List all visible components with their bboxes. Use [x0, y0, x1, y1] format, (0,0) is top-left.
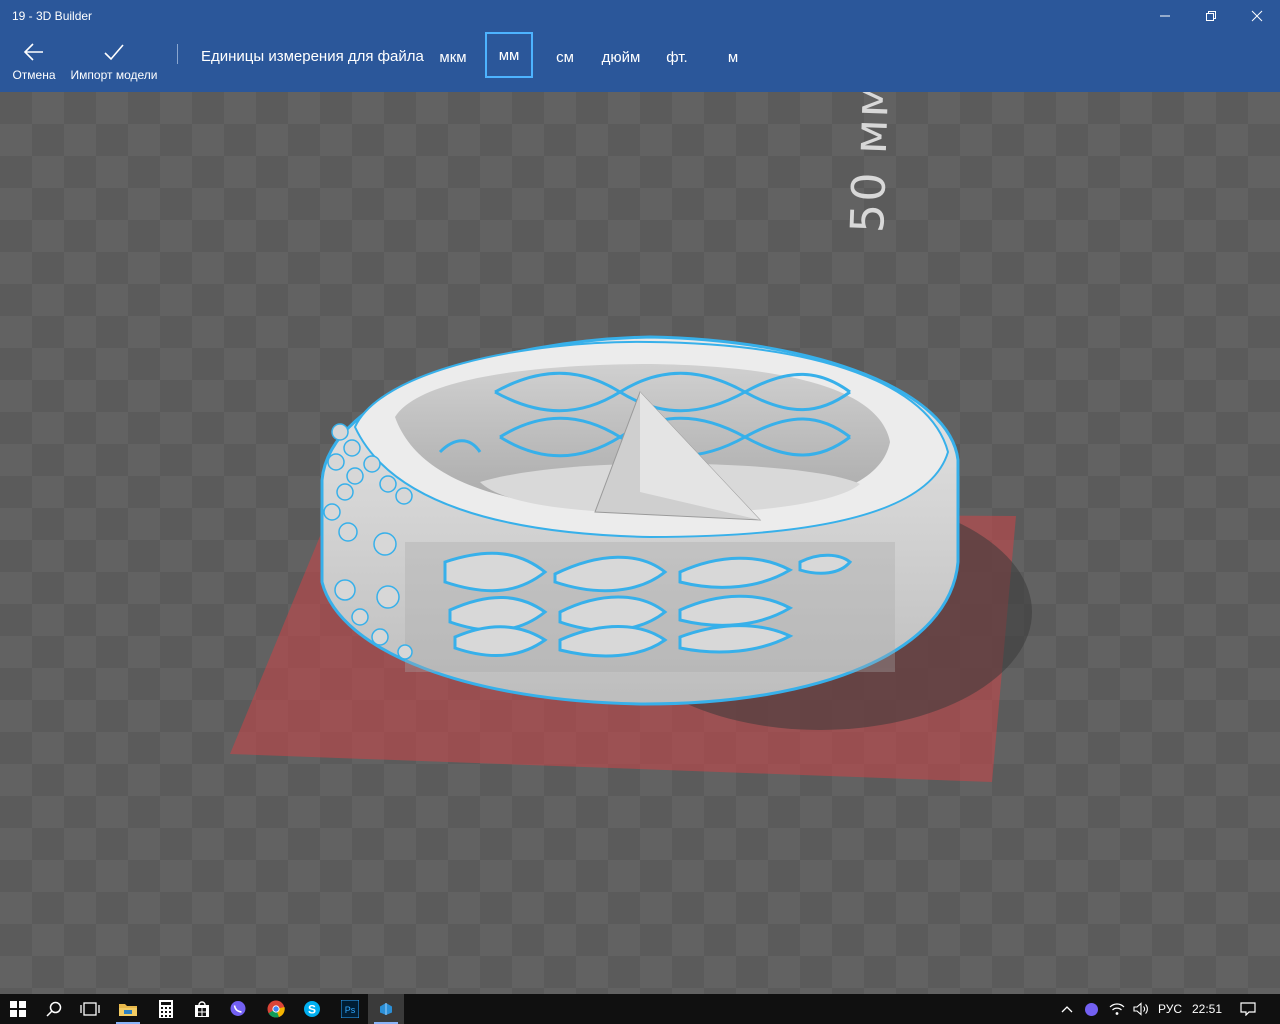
notification-icon [1240, 1002, 1256, 1016]
checkmark-icon [104, 44, 124, 61]
cancel-button[interactable]: Отмена [6, 32, 62, 92]
unit-ft-button[interactable]: фт. [656, 34, 698, 80]
import-model-button[interactable]: Импорт модели [66, 32, 162, 92]
scale-label: 50 мм [840, 92, 900, 234]
units-label: Единицы измерения для файла [201, 48, 424, 65]
photoshop-icon: Ps [341, 1000, 359, 1018]
calculator-button[interactable] [148, 994, 184, 1024]
unit-inch-button[interactable]: дюйм [596, 34, 646, 80]
import-model-label: Импорт модели [70, 68, 158, 82]
3d-viewport[interactable]: 50 мм [0, 92, 1280, 994]
chevron-up-icon [1061, 1006, 1073, 1013]
viber-icon [230, 1001, 246, 1016]
unit-um-button[interactable]: мкм [431, 34, 475, 80]
restore-button[interactable] [1188, 0, 1234, 32]
taskbar: S Ps РУС 22:51 [0, 994, 1280, 1024]
3d-builder-taskbar-button[interactable] [368, 994, 404, 1024]
volume-button[interactable] [1130, 994, 1152, 1024]
photoshop-button[interactable]: Ps [332, 994, 368, 1024]
svg-text:Ps: Ps [345, 1005, 356, 1015]
toolbar-separator [177, 44, 178, 64]
action-center-button[interactable] [1234, 994, 1262, 1024]
back-arrow-icon [23, 43, 43, 61]
3d-builder-icon [380, 1003, 392, 1015]
store-icon [195, 1001, 209, 1017]
wifi-icon [1109, 1003, 1125, 1015]
minimize-button[interactable] [1142, 0, 1188, 32]
viber-tray-icon [1084, 1002, 1098, 1016]
file-explorer-button[interactable] [110, 994, 146, 1024]
start-button[interactable] [0, 994, 36, 1024]
skype-icon: S [304, 1001, 320, 1017]
scene [230, 335, 1032, 782]
cancel-label: Отмена [12, 68, 56, 82]
title-bar: 19 - 3D Builder [0, 0, 1280, 32]
chrome-icon [267, 1000, 285, 1018]
store-button[interactable] [184, 994, 220, 1024]
unit-mm-button[interactable]: мм [485, 32, 533, 78]
file-explorer-icon [119, 1004, 137, 1016]
speaker-icon [1133, 1002, 1148, 1016]
window-title: 19 - 3D Builder [12, 9, 93, 23]
restore-icon [1206, 11, 1216, 21]
unit-m-button[interactable]: м [712, 34, 754, 80]
outer-lattice [405, 542, 895, 672]
ring-model[interactable] [320, 335, 960, 706]
calculator-icon [159, 1000, 173, 1018]
task-view-icon [80, 1002, 100, 1016]
command-bar: Отмена Импорт модели Единицы измерения д… [0, 32, 1280, 92]
input-language[interactable]: РУС [1154, 994, 1186, 1024]
network-button[interactable] [1106, 994, 1128, 1024]
search-icon [46, 1001, 62, 1017]
search-button[interactable] [36, 994, 72, 1024]
show-hidden-icons-button[interactable] [1058, 994, 1076, 1024]
svg-text:S: S [308, 1003, 316, 1017]
skype-button[interactable]: S [294, 994, 330, 1024]
close-button[interactable] [1234, 0, 1280, 32]
unit-cm-button[interactable]: см [544, 34, 586, 80]
viber-button[interactable] [220, 994, 256, 1024]
start-icon [10, 1001, 26, 1017]
tray-viber[interactable] [1080, 994, 1102, 1024]
chrome-button[interactable] [258, 994, 294, 1024]
clock[interactable]: 22:51 [1188, 994, 1226, 1024]
close-icon [1251, 10, 1263, 22]
task-view-button[interactable] [72, 994, 108, 1024]
minimize-icon [1160, 15, 1170, 17]
